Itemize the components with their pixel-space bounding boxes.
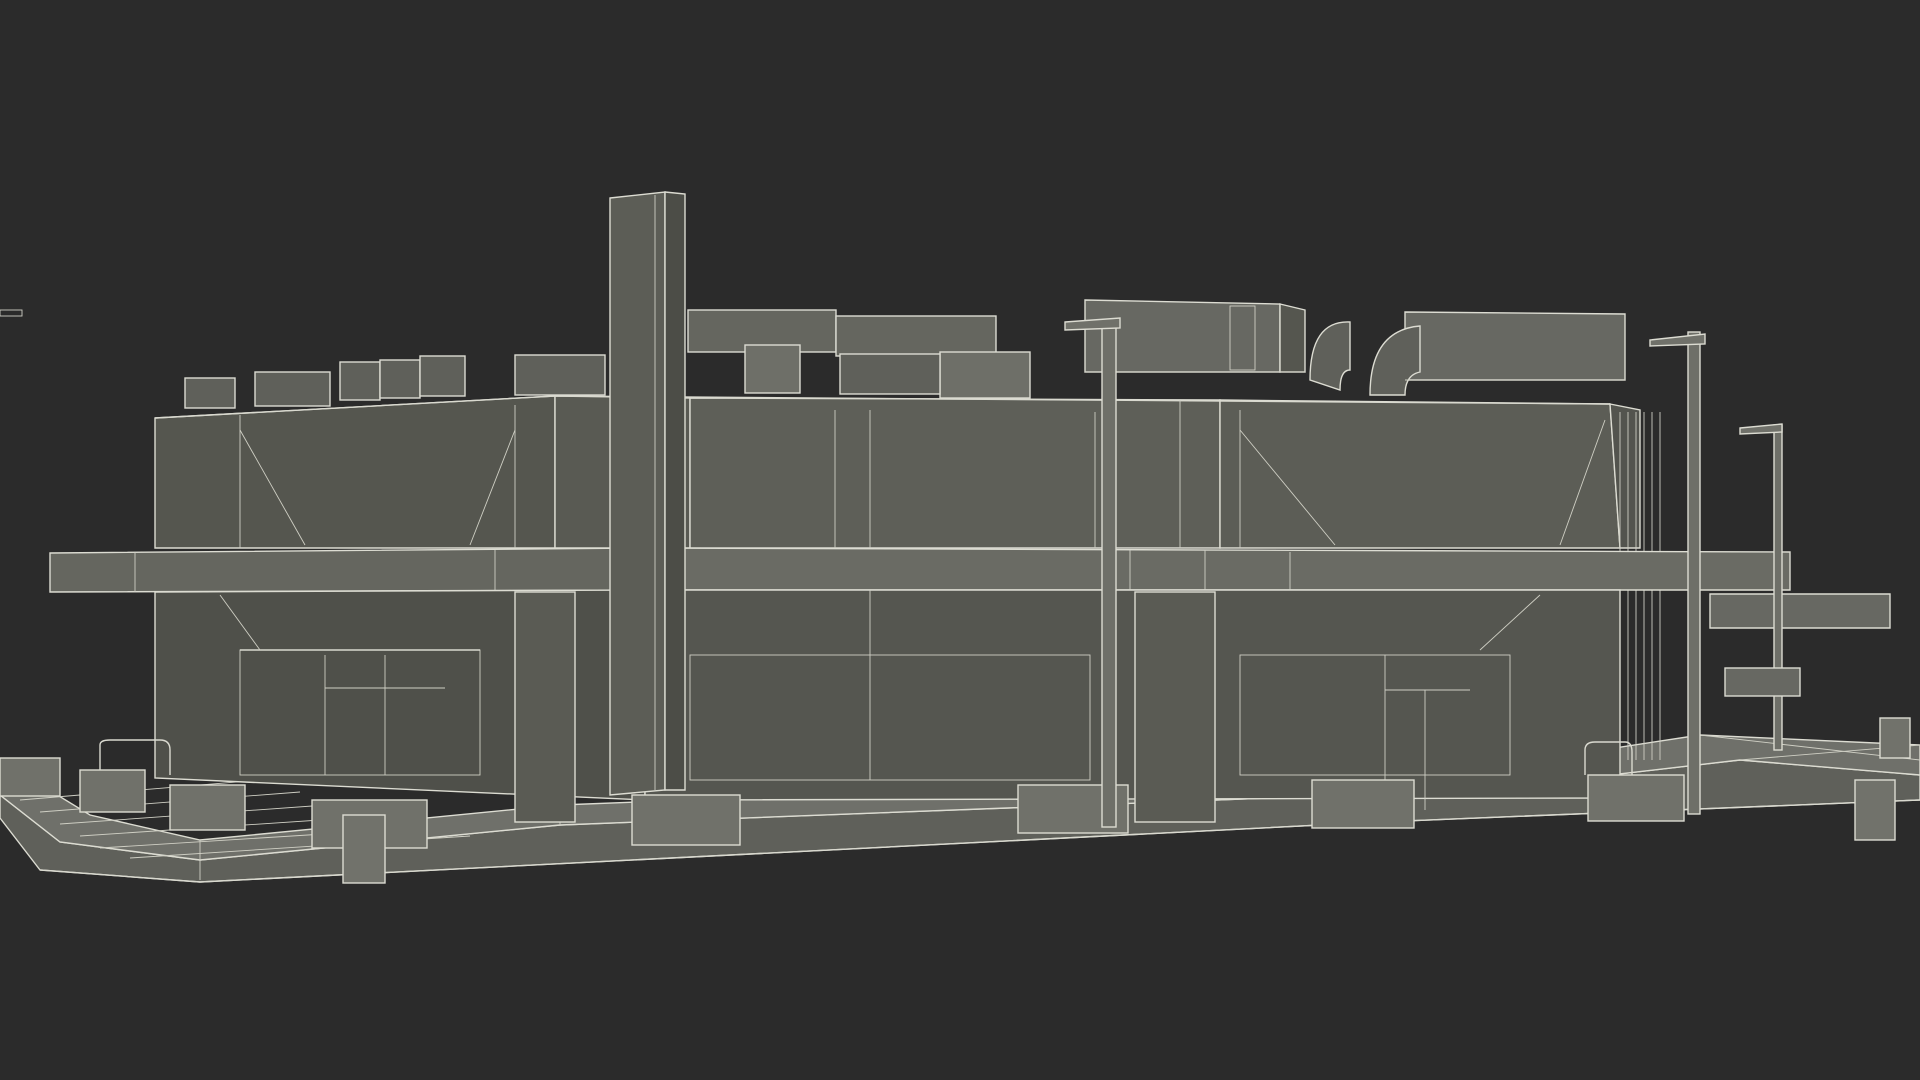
edge-fragment (0, 309, 23, 317)
building-wireframe-render (0, 191, 1920, 884)
rooftop-equipment (184, 299, 1626, 409)
render-viewport (0, 0, 1920, 1080)
pylon-sign (609, 191, 686, 796)
